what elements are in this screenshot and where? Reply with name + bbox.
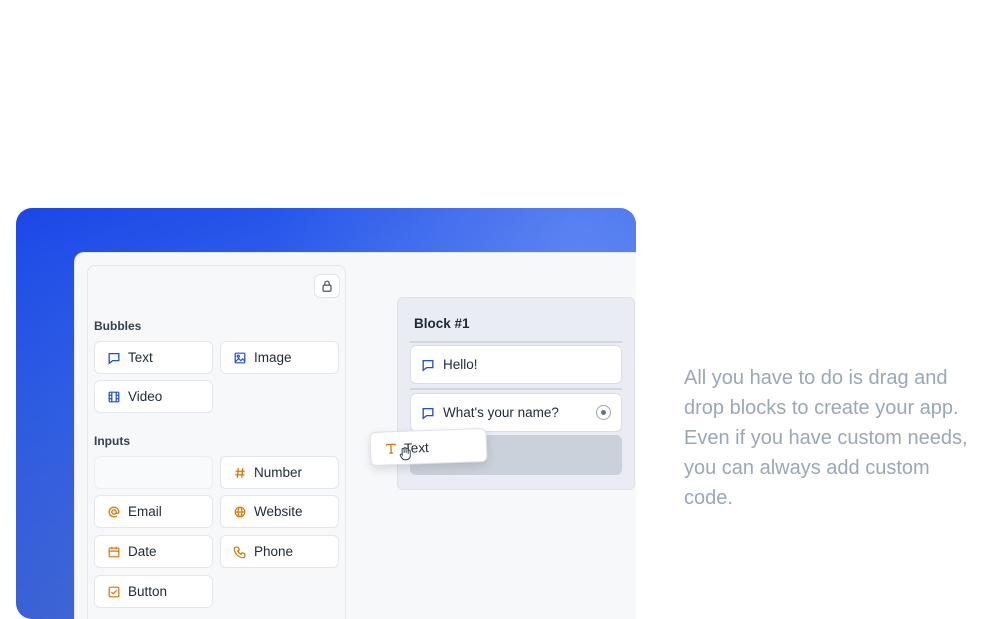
- block-label: Text: [128, 350, 153, 365]
- group-title[interactable]: Block #1: [414, 316, 470, 331]
- calendar-icon: [107, 545, 121, 559]
- group-divider: [410, 388, 622, 390]
- input-block-button[interactable]: Button: [94, 575, 213, 608]
- grab-cursor-icon: [399, 447, 411, 461]
- block-label: Date: [128, 544, 157, 559]
- chat-bubble-icon: [107, 351, 121, 365]
- block-label: Phone: [254, 544, 294, 559]
- lock-icon: [320, 279, 334, 293]
- group-divider: [410, 341, 622, 343]
- step-label: What's your name?: [443, 405, 559, 420]
- feature-description: All you have to do is drag and drop bloc…: [684, 367, 968, 509]
- block-label: Number: [254, 465, 303, 480]
- input-block-placeholder: [94, 456, 213, 489]
- step-hello[interactable]: Hello!: [410, 345, 622, 384]
- step-whats-your-name[interactable]: What's your name?: [410, 393, 622, 432]
- input-block-number[interactable]: Number: [220, 456, 339, 489]
- block-label: Button: [128, 584, 168, 599]
- input-block-phone[interactable]: Phone: [220, 535, 339, 568]
- block-label: Email: [128, 504, 162, 519]
- input-block-date[interactable]: Date: [94, 535, 213, 568]
- block-label: Image: [254, 350, 292, 365]
- input-block-website[interactable]: Website: [220, 495, 339, 528]
- blocks-sidebar: Bubbles Text Image Video Inputs Number E…: [87, 265, 346, 619]
- bubble-block-image[interactable]: Image: [220, 341, 339, 374]
- app-window: Bubbles Text Image Video Inputs Number E…: [74, 252, 636, 619]
- block-label: Website: [254, 504, 303, 519]
- text-t-icon: [384, 441, 398, 455]
- bubble-block-video[interactable]: Video: [94, 380, 213, 413]
- checkbox-icon: [107, 585, 121, 599]
- block-label: Video: [128, 389, 163, 404]
- step-label: Hello!: [443, 357, 478, 372]
- at-icon: [107, 505, 121, 519]
- bubble-block-text[interactable]: Text: [94, 341, 213, 374]
- dragged-text-block[interactable]: Text: [369, 427, 488, 467]
- image-icon: [233, 351, 247, 365]
- chat-bubble-icon: [421, 358, 435, 372]
- bubbles-section-title: Bubbles: [94, 319, 142, 333]
- globe-icon: [233, 505, 247, 519]
- input-block-email[interactable]: Email: [94, 495, 213, 528]
- inputs-section-title: Inputs: [94, 434, 130, 448]
- lock-sidebar-button[interactable]: [314, 274, 340, 298]
- chat-bubble-icon: [421, 406, 435, 420]
- phone-icon: [233, 545, 247, 559]
- film-icon: [107, 390, 121, 404]
- hash-icon: [233, 466, 247, 480]
- target-radio-icon[interactable]: [596, 405, 611, 420]
